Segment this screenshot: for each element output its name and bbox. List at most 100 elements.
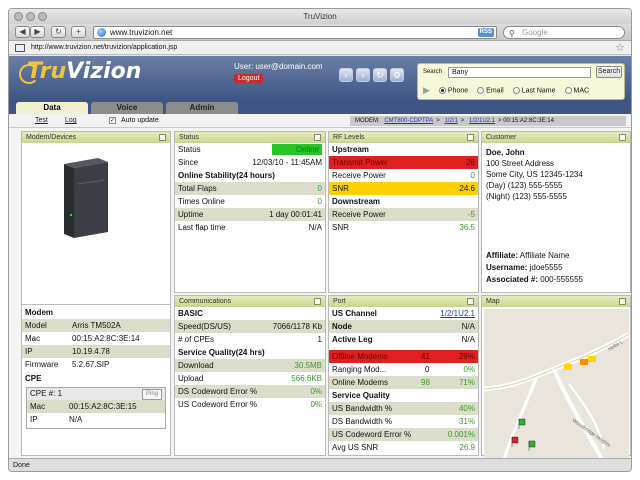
radio-mac[interactable]: MAC: [564, 86, 589, 94]
status-metric-row: Times Online 0: [178, 197, 322, 206]
add-bookmark-button[interactable]: +: [71, 26, 86, 38]
modem-row: Firmware 5.2.67.SIP: [25, 360, 110, 369]
breadcrumb-slot[interactable]: 1/2/1: [444, 118, 457, 124]
map-canvas: Woodbridge Heights Hollis L.: [484, 331, 629, 459]
panel-header: RF Levels: [329, 132, 478, 143]
panel-settings-icon[interactable]: [159, 134, 166, 141]
auto-update-checkbox[interactable]: ✓: [109, 117, 116, 124]
comms-metric-row: US Codeword Error % 0%: [178, 400, 322, 409]
reload-button[interactable]: ↻: [51, 26, 66, 38]
comms-metric-row: DS Codeword Error % 0%: [175, 385, 325, 398]
url-field[interactable]: www.truvizion.net RSS: [93, 26, 497, 39]
page-icon: [15, 44, 25, 52]
tools-button[interactable]: ⚙: [390, 68, 404, 82]
radio-phone[interactable]: Phone: [438, 86, 468, 94]
browser-toolbar: ◀ ▶ ↻ + www.truvizion.net RSS ⚲ Google: [9, 24, 631, 41]
forward-button[interactable]: ▶: [30, 26, 45, 38]
customer-account: Affiliate: Affiliate Name Username: jdoe…: [486, 251, 583, 284]
port-metric-row: US Codeword Error % 0.001%: [329, 428, 478, 441]
panel-settings-icon[interactable]: [314, 298, 321, 305]
breadcrumb-cm[interactable]: CMT800-CDPTPA: [384, 118, 433, 124]
breadcrumb-mac: 00:15:A2:8C:3E:14: [503, 118, 554, 124]
search-input[interactable]: Bany: [448, 67, 591, 78]
window-controls: [14, 12, 47, 21]
tab-data[interactable]: Data: [16, 102, 88, 114]
cpe-row: IP N/A: [30, 415, 83, 424]
zoom-window-button[interactable]: [38, 12, 47, 21]
ping-button[interactable]: Ping: [141, 389, 162, 400]
radio-email[interactable]: Email: [477, 86, 504, 94]
minimize-window-button[interactable]: [26, 12, 35, 21]
receive-power-row: Receive Power 0: [332, 171, 475, 180]
transmit-power-row: Transmit Power 26: [329, 156, 478, 169]
back-nav-button[interactable]: ‹: [339, 68, 353, 82]
active-leg-row: Active Leg N/A: [332, 335, 475, 344]
customer-address: Doe, John 100 Street Address Some City, …: [482, 143, 630, 206]
test-link[interactable]: Test: [35, 114, 48, 128]
app-header: TruVizion User: user@domain.com Logout ‹…: [9, 56, 631, 100]
modem-row: IP 10.19.4.78: [22, 345, 170, 358]
modem-devices-panel: Modem/Devices Modem Model Arris TM502A Ma…: [21, 131, 171, 456]
map-marker-green: [528, 440, 536, 451]
search-button[interactable]: Search: [596, 66, 622, 78]
status-online-badge: Online: [272, 144, 322, 155]
rss-button[interactable]: RSS: [477, 28, 494, 37]
logout-button[interactable]: Logout: [234, 74, 264, 83]
cpe-header: CPE #: 1 Ping: [27, 388, 165, 400]
refresh-icon: ↻: [376, 70, 384, 80]
map-view[interactable]: Woodbridge Heights Hollis L.: [484, 309, 629, 459]
panel-settings-icon[interactable]: [619, 134, 626, 141]
panel-header: Customer: [482, 132, 630, 143]
ds-snr-row: SNR 36.5: [332, 223, 475, 232]
refresh-button[interactable]: ↻: [373, 68, 387, 82]
status-metric-row: Uptime 1 day 00:01:41: [175, 208, 325, 221]
search-type-radios: ▶ Phone Email Last Name MAC: [423, 85, 589, 96]
us-channel-link[interactable]: 1/2/1U2.1: [440, 307, 475, 320]
status-row: Status Online: [175, 143, 325, 156]
stability-title: Online Stability(24 hours): [178, 171, 275, 180]
log-link[interactable]: Log: [65, 114, 77, 128]
cpe-box: CPE #: 1 Ping Mac 00:15:A2:8C:3E:15 IP N/A: [26, 387, 166, 429]
panel-settings-icon[interactable]: [619, 298, 626, 305]
panel-settings-icon[interactable]: [467, 134, 474, 141]
speed-row: Speed(DS/US) 7066/1178 Kb: [175, 320, 325, 333]
search-panel: Search Bany Search ▶ Phone Email Last Na…: [417, 63, 625, 100]
bookmark-star-icon[interactable]: ☆: [615, 41, 625, 55]
forward-nav-button[interactable]: ›: [356, 68, 370, 82]
port-panel: Port US Channel 1/2/1U2.1 Node N/A Active …: [328, 295, 479, 456]
port-metric-row: US Bandwidth % 40%: [329, 402, 478, 415]
cpes-row: # of CPEs 1: [178, 335, 322, 344]
rf-levels-panel: RF Levels Upstream Transmit Power 26 Rece…: [328, 131, 479, 293]
upstream-title: Upstream: [332, 145, 369, 154]
search-field[interactable]: ⚲ Google: [503, 26, 625, 39]
reload-icon: ↻: [55, 27, 62, 36]
radio-last-name[interactable]: Last Name: [512, 86, 556, 94]
back-button[interactable]: ◀: [15, 26, 30, 38]
map-marker-green: [518, 418, 526, 429]
sub-navigation: Test Log ✓ Auto update MODEM: CMT800-CDP…: [9, 114, 631, 128]
back-arrow-icon: ◀: [19, 27, 26, 36]
tab-voice[interactable]: Voice: [91, 102, 163, 114]
search-icon: ⚲: [509, 29, 515, 38]
ranging-modems-row: Ranging Mod... 0 0%: [332, 365, 475, 374]
snr-row: SNR 24.6: [329, 182, 478, 195]
breadcrumb-port[interactable]: 1/2/1U2.1: [469, 118, 495, 124]
status-metric-row: Last flap time N/A: [178, 223, 322, 232]
forward-arrow-icon: ▶: [34, 27, 41, 36]
browser-window: TruVizion ◀ ▶ ↻ + www.truvizion.net RSS …: [8, 8, 632, 472]
panel-settings-icon[interactable]: [314, 134, 321, 141]
tab-admin[interactable]: Admin: [166, 102, 238, 114]
app-area: TruVizion User: user@domain.com Logout ‹…: [9, 56, 631, 459]
panel-settings-icon[interactable]: [467, 298, 474, 305]
search-placeholder: Google: [522, 28, 548, 37]
browser-status-bar: Done: [9, 458, 631, 471]
auto-update-label: Auto update: [121, 117, 159, 124]
comms-metric-row: Download 30.5MB: [175, 359, 325, 372]
map-marker-yellow: [588, 356, 596, 362]
node-row: Node N/A: [329, 320, 478, 333]
modem-row: Mac 00:15:A2:8C:3E:14: [25, 334, 140, 343]
port-metric-row: Avg US SNR 26.9: [332, 443, 475, 452]
title-bar: TruVizion: [9, 9, 631, 24]
close-window-button[interactable]: [14, 12, 23, 21]
chevron-left-icon: ‹: [344, 70, 348, 80]
